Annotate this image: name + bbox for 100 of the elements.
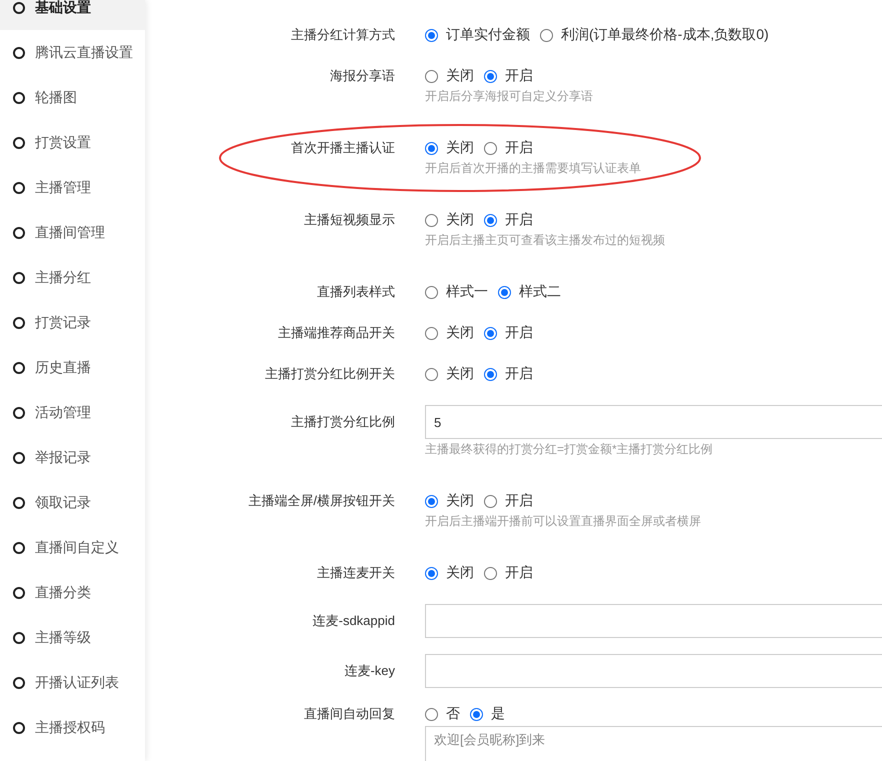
- radio-option[interactable]: 样式一: [425, 283, 488, 301]
- text-field[interactable]: 5: [425, 405, 882, 439]
- radio-option[interactable]: 开启: [484, 139, 533, 157]
- radio-button[interactable]: [484, 368, 497, 380]
- circle-icon: [13, 272, 25, 284]
- sidebar-item[interactable]: 直播间管理: [0, 210, 145, 255]
- help-text: 开启后主播主页可查看该主播发布过的短视频: [425, 232, 665, 249]
- field-label: 连麦-sdkappid: [312, 613, 395, 628]
- sidebar-item[interactable]: 直播分类: [0, 570, 145, 615]
- field-label: 首次开播主播认证: [291, 140, 395, 155]
- radio-button[interactable]: [425, 708, 438, 720]
- radio-option[interactable]: 是: [470, 705, 505, 723]
- option-label: 订单实付金额: [446, 26, 530, 44]
- radio-button[interactable]: [425, 566, 438, 580]
- help-text: 主播最终获得的打赏分红=打赏金额*主播打赏分红比例: [425, 441, 714, 458]
- sidebar-item[interactable]: 历史直播: [0, 345, 145, 390]
- radio-button[interactable]: [498, 286, 511, 298]
- sidebar-item[interactable]: 开播认证列表: [0, 660, 145, 705]
- radio-option[interactable]: 开启: [484, 211, 533, 229]
- help-text: 开启后分享海报可自定义分享语: [425, 88, 593, 105]
- sidebar-item[interactable]: 轮播图: [0, 75, 145, 120]
- text-field[interactable]: [425, 604, 882, 638]
- option-label: 开启: [505, 324, 533, 342]
- sidebar-item[interactable]: 腾讯云直播设置: [0, 30, 145, 75]
- option-label: 关闭: [446, 324, 474, 342]
- sidebar-item[interactable]: 基础设置: [0, 0, 145, 30]
- circle-icon: [13, 362, 25, 374]
- option-label: 关闭: [446, 67, 474, 85]
- circle-icon: [13, 632, 25, 644]
- option-label: 是: [491, 705, 505, 723]
- circle-icon: [13, 496, 25, 508]
- radio-button[interactable]: [484, 494, 497, 508]
- sidebar-item[interactable]: 举报记录: [0, 435, 145, 480]
- radio-button[interactable]: [425, 214, 438, 226]
- radio-option[interactable]: 开启: [484, 492, 533, 510]
- sidebar-item[interactable]: 主播等级: [0, 615, 145, 660]
- text-area[interactable]: 欢迎[会员昵称]到来: [425, 726, 882, 761]
- sidebar-item[interactable]: 活动管理: [0, 390, 145, 435]
- sidebar-item[interactable]: 主播授权码: [0, 705, 145, 750]
- radio-option[interactable]: 关闭: [425, 492, 474, 510]
- option-label: 关闭: [446, 211, 474, 229]
- radio-option[interactable]: 开启: [484, 564, 533, 582]
- option-label: 开启: [505, 211, 533, 229]
- radio-option[interactable]: 订单实付金额: [425, 26, 530, 44]
- sidebar-item[interactable]: 领取记录: [0, 480, 145, 525]
- circle-icon: [13, 676, 25, 688]
- text-field[interactable]: [425, 654, 882, 688]
- field-label: 主播端全屏/横屏按钮开关: [248, 493, 395, 508]
- sidebar-item[interactable]: 直播间自定义: [0, 525, 145, 570]
- radio-button[interactable]: [484, 326, 497, 340]
- circle-icon: [13, 2, 25, 14]
- field-label: 主播分红计算方式: [291, 27, 395, 42]
- radio-option[interactable]: 开启: [484, 365, 533, 383]
- radio-button[interactable]: [484, 142, 497, 154]
- radio-option[interactable]: 关闭: [425, 365, 474, 383]
- radio-option[interactable]: 关闭: [425, 67, 474, 85]
- radio-button[interactable]: [425, 326, 438, 340]
- radio-button[interactable]: [540, 28, 553, 42]
- option-label: 关闭: [446, 365, 474, 383]
- circle-icon: [13, 316, 25, 328]
- field-label: 海报分享语: [330, 68, 395, 83]
- radio-option[interactable]: 开启: [484, 67, 533, 85]
- field-label: 直播列表样式: [317, 284, 395, 299]
- sidebar-item[interactable]: 主播管理: [0, 165, 145, 210]
- radio-option[interactable]: 关闭: [425, 324, 474, 342]
- radio-button[interactable]: [425, 142, 438, 154]
- radio-button[interactable]: [425, 494, 438, 508]
- field-label: 主播端推荐商品开关: [278, 325, 395, 340]
- radio-button[interactable]: [425, 28, 438, 42]
- circle-icon: [13, 92, 25, 104]
- option-label: 开启: [505, 139, 533, 157]
- radio-button[interactable]: [484, 70, 497, 82]
- circle-icon: [13, 542, 25, 554]
- radio-button[interactable]: [470, 708, 483, 720]
- option-label: 样式一: [446, 283, 488, 301]
- radio-option[interactable]: 开启: [484, 324, 533, 342]
- sidebar-item[interactable]: 打赏记录: [0, 300, 145, 345]
- option-label: 开启: [505, 67, 533, 85]
- sidebar-item[interactable]: 打赏设置: [0, 120, 145, 165]
- option-label: 关闭: [446, 564, 474, 582]
- help-text: 开启后首次开播的主播需要填写认证表单: [425, 160, 641, 177]
- radio-option[interactable]: 否: [425, 705, 460, 723]
- radio-button[interactable]: [425, 70, 438, 82]
- circle-icon: [13, 452, 25, 464]
- sidebar-item[interactable]: 主播分红: [0, 255, 145, 300]
- radio-option[interactable]: 关闭: [425, 211, 474, 229]
- circle-icon: [13, 136, 25, 148]
- radio-button[interactable]: [484, 214, 497, 226]
- radio-option[interactable]: 关闭: [425, 139, 474, 157]
- option-label: 开启: [505, 492, 533, 510]
- field-label: 主播短视频显示: [304, 212, 395, 227]
- option-label: 开启: [505, 564, 533, 582]
- field-label: 连麦-key: [344, 663, 395, 678]
- radio-button[interactable]: [484, 566, 497, 580]
- field-label: 直播间自动回复: [304, 706, 395, 721]
- radio-button[interactable]: [425, 368, 438, 380]
- radio-button[interactable]: [425, 286, 438, 298]
- radio-option[interactable]: 关闭: [425, 564, 474, 582]
- help-text: 开启后主播端开播前可以设置直播界面全屏或者横屏: [425, 513, 701, 530]
- radio-option[interactable]: 样式二: [498, 283, 561, 301]
